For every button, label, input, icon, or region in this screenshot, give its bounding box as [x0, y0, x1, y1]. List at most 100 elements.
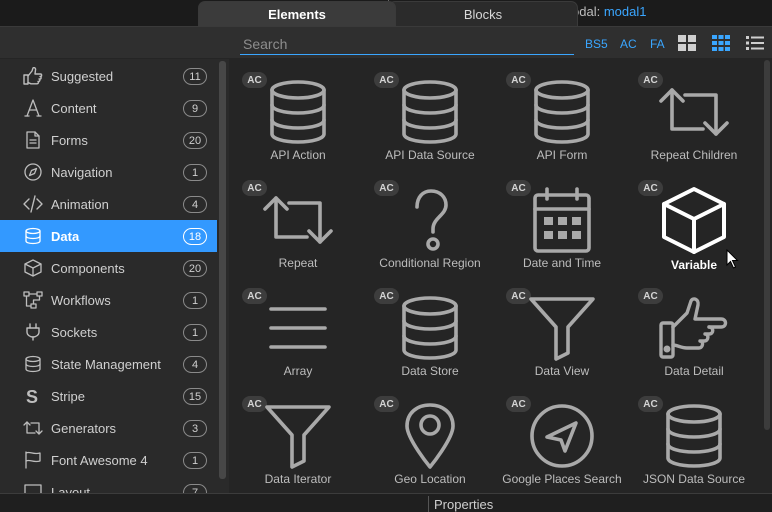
element-card-api-data-source[interactable]: AC API Data Source — [364, 63, 496, 171]
element-card-data-detail[interactable]: AC Data Detail — [628, 279, 760, 387]
sidebar-item-content[interactable]: Content 9 — [0, 92, 217, 124]
element-label: Conditional Region — [379, 256, 481, 270]
question-icon — [393, 185, 467, 255]
sidebar-item-sockets[interactable]: Sockets 1 — [0, 316, 217, 348]
count-badge: 18 — [183, 228, 207, 245]
sidebar-item-label: Navigation — [51, 164, 113, 180]
thumbs-up-icon — [23, 66, 43, 85]
sidebar-item-stripe[interactable]: S Stripe 15 — [0, 380, 217, 412]
count-badge: 4 — [183, 356, 207, 373]
sidebar-item-data[interactable]: Data 18 — [0, 220, 217, 252]
count-badge: 1 — [183, 452, 207, 469]
element-card-data-store[interactable]: AC Data Store — [364, 279, 496, 387]
sidebar-item-label: Workflows — [51, 292, 111, 308]
element-label: API Action — [270, 148, 326, 162]
sidebar-item-state-management[interactable]: State Management 4 — [0, 348, 217, 380]
sidebar-item-label: Suggested — [51, 68, 114, 84]
element-card-date-and-time[interactable]: AC Date and Time — [496, 171, 628, 279]
plug-icon — [23, 323, 43, 341]
element-card-repeat[interactable]: AC Repeat — [232, 171, 364, 279]
tab-elements[interactable]: Elements — [198, 1, 396, 26]
sidebar-item-suggested[interactable]: Suggested 11 — [0, 60, 217, 92]
calendar-icon — [525, 185, 599, 255]
element-card-data-view[interactable]: AC Data View — [496, 279, 628, 387]
count-badge: 20 — [183, 132, 207, 149]
sidebar-item-label: Generators — [51, 420, 117, 436]
database-icon — [23, 227, 43, 245]
compass-icon — [23, 163, 43, 181]
sidebar-item-navigation[interactable]: Navigation 1 — [0, 156, 217, 188]
sidebar-item-font-awesome-4[interactable]: Font Awesome 4 1 — [0, 444, 217, 476]
map-pin-icon — [393, 401, 467, 471]
element-label: Array — [283, 364, 313, 378]
repeat-icon — [657, 77, 731, 147]
count-badge: 20 — [183, 260, 207, 277]
element-card-variable[interactable]: AC Variable — [628, 171, 760, 279]
sidebar-item-components[interactable]: Components 20 — [0, 252, 217, 284]
sidebar-item-animation[interactable]: Animation 4 — [0, 188, 217, 220]
element-card-geo-location[interactable]: AC Geo Location — [364, 387, 496, 495]
properties-header[interactable]: Properties — [428, 496, 772, 512]
sidebar-item-label: State Management — [51, 356, 161, 372]
repeat-icon — [23, 419, 43, 437]
element-label: API Data Source — [385, 148, 475, 162]
count-badge: 9 — [183, 100, 207, 117]
grid-large-icon[interactable] — [678, 35, 696, 51]
element-card-array[interactable]: AC Array — [232, 279, 364, 387]
form-icon — [23, 131, 43, 149]
filter-ac[interactable]: AC — [620, 37, 637, 51]
element-label: Date and Time — [522, 256, 602, 270]
database-icon — [261, 77, 335, 147]
list-icon[interactable] — [746, 35, 764, 51]
database-icon — [393, 293, 467, 363]
element-label: Repeat — [278, 256, 318, 270]
cube-icon — [23, 259, 43, 277]
element-label: Data View — [534, 364, 590, 378]
search-input[interactable] — [240, 33, 574, 55]
grid-small-icon[interactable] — [712, 35, 730, 51]
sidebar-scrollbar[interactable] — [219, 61, 226, 479]
sidebar-item-label: Sockets — [51, 324, 98, 340]
mouse-cursor-icon — [726, 249, 739, 269]
element-label: Repeat Children — [650, 148, 738, 162]
sidebar-item-label: Forms — [51, 132, 88, 148]
count-badge: 1 — [183, 164, 207, 181]
flag-icon — [23, 451, 43, 469]
element-card-json-data-source[interactable]: AC JSON Data Source — [628, 387, 760, 495]
filter-icon — [525, 293, 599, 363]
sidebar-item-workflows[interactable]: Workflows 1 — [0, 284, 217, 316]
element-card-google-places-search[interactable]: AC Google Places Search — [496, 387, 628, 495]
element-card-repeat-children[interactable]: AC Repeat Children — [628, 63, 760, 171]
element-card-data-iterator[interactable]: AC Data Iterator — [232, 387, 364, 495]
repeat-icon — [261, 185, 335, 255]
count-badge: 11 — [183, 68, 207, 85]
modal-indicator[interactable]: odal: modal1 — [572, 4, 646, 19]
location-arrow-icon — [525, 401, 599, 471]
filter-icon — [261, 401, 335, 471]
sidebar-item-generators[interactable]: Generators 3 — [0, 412, 217, 444]
count-badge: 4 — [183, 196, 207, 213]
element-card-conditional-region[interactable]: AC Conditional Region — [364, 171, 496, 279]
database-icon — [23, 355, 43, 373]
filter-bs5[interactable]: BS5 — [585, 37, 608, 51]
grid-scrollbar[interactable] — [764, 60, 770, 430]
element-card-api-action[interactable]: AC API Action — [232, 63, 364, 171]
lines-icon — [261, 293, 335, 363]
sidebar-item-forms[interactable]: Forms 20 — [0, 124, 217, 156]
font-icon — [23, 99, 43, 117]
database-icon — [657, 401, 731, 471]
element-card-api-form[interactable]: AC API Form — [496, 63, 628, 171]
sidebar-item-label: Font Awesome 4 — [51, 452, 148, 468]
modal-name: modal1 — [603, 4, 647, 19]
count-badge: 3 — [183, 420, 207, 437]
filter-fa[interactable]: FA — [650, 37, 665, 51]
tab-blocks[interactable]: Blocks — [388, 1, 578, 26]
count-badge: 1 — [183, 324, 207, 341]
database-icon — [525, 77, 599, 147]
elements-grid: AC API Action AC API Data Source AC API Fo… — [232, 63, 762, 497]
tab-bar: Elements Blocks odal: modal1 — [0, 0, 772, 26]
element-label: Geo Location — [394, 472, 466, 486]
sidebar-item-label: Content — [51, 100, 97, 116]
sidebar: Suggested 11 Content 9 Forms 20 Navigation 1… — [0, 59, 229, 497]
element-label: Data Detail — [664, 364, 724, 378]
